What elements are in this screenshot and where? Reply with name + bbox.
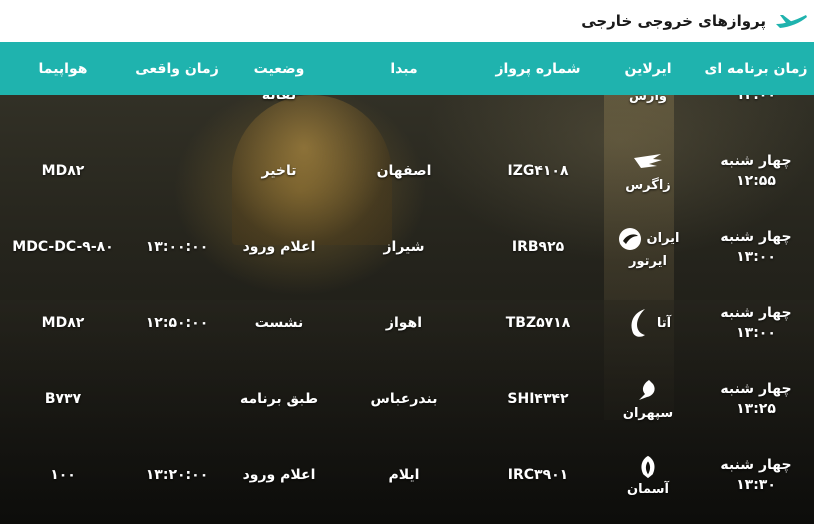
table-row-partial: ۱۲:۰۰ وارش نقاله xyxy=(0,95,814,133)
airline-name: آسمان xyxy=(627,481,669,497)
header-actual-time: زمان واقعی xyxy=(135,60,219,77)
scheduled-day: چهار شنبه xyxy=(720,229,792,245)
actual-time: ۱۳:۰۰:۰۰ xyxy=(145,239,209,255)
header-aircraft: هواپیما xyxy=(38,60,88,77)
ata-logo-icon xyxy=(631,309,645,337)
aircraft: B۷۳۷ xyxy=(44,391,82,407)
iran-airtour-logo-icon xyxy=(618,227,641,250)
origin: شیراز xyxy=(383,239,425,255)
scheduled-time: ۱۲:۰۰ xyxy=(736,95,776,103)
airline-prefix: ایران xyxy=(646,231,680,246)
flight-status: نقاله xyxy=(261,95,297,103)
zagros-logo-icon xyxy=(634,153,662,168)
scheduled-time: ۱۳:۰۰ xyxy=(736,325,776,341)
actual-time xyxy=(126,361,228,437)
airline-name: وارش xyxy=(629,95,667,104)
scheduled-day: چهار شنبه xyxy=(720,153,792,169)
origin: بندرعباس xyxy=(370,391,438,407)
flight-status: نشست xyxy=(254,315,304,331)
aircraft: MD۸۲ xyxy=(41,315,85,331)
scheduled-day: چهار شنبه xyxy=(720,381,792,397)
header-origin: مبدا xyxy=(390,60,418,77)
flight-status: اعلام ورود xyxy=(242,467,316,483)
aseman-logo-icon xyxy=(641,455,655,478)
table-row: چهار شنبه ۱۳:۳۰ آسمان IRC۳۹۰۱ ایلام اعلا… xyxy=(0,437,814,513)
title-bar: پروازهای خروجی خارجی xyxy=(0,0,814,42)
actual-time xyxy=(126,133,228,209)
header-scheduled-time: زمان برنامه ای xyxy=(704,60,808,77)
origin: اهواز xyxy=(385,315,423,331)
scheduled-time: ۱۳:۳۰ xyxy=(736,477,776,493)
flight-status: تاخیر xyxy=(261,163,297,179)
header-airline: ایرلاین xyxy=(624,60,672,77)
flight-number: IRB۹۲۵ xyxy=(511,239,565,255)
table-row: چهار شنبه ۱۲:۵۵ زاگرس IZG۴۱۰۸ اصفهان تاخ… xyxy=(0,133,814,209)
airline-name: ایرتور xyxy=(629,253,667,269)
flight-number: IRC۳۹۰۱ xyxy=(507,467,569,483)
header-status: وضعیت xyxy=(253,60,305,77)
flight-number: SHI۴۳۴۲ xyxy=(507,391,569,407)
origin: اصفهان xyxy=(376,163,432,179)
airline-name: سپهران xyxy=(622,405,674,421)
scheduled-day: چهار شنبه xyxy=(720,457,792,473)
airline-name: زاگرس xyxy=(625,177,671,193)
scheduled-day: چهار شنبه xyxy=(720,305,792,321)
page-title: پروازهای خروجی خارجی xyxy=(581,12,766,30)
header-flight-number: شماره پرواز xyxy=(495,60,581,77)
actual-time: ۱۳:۲۰:۰۰ xyxy=(145,467,209,483)
actual-time: ۱۲:۵۰:۰۰ xyxy=(145,315,209,331)
flights-table-body: ۱۲:۰۰ وارش نقاله چهار شنبه ۱۲:۵۵ زاگرس I… xyxy=(0,95,814,524)
airplane-icon xyxy=(776,15,807,28)
table-row: چهار شنبه ۱۳:۰۰ ایران ایرتور IRB۹۲۵ شیرا… xyxy=(0,209,814,285)
table-header: زمان برنامه ای ایرلاین شماره پرواز مبدا … xyxy=(0,42,814,95)
table-row: چهار شنبه ۱۳:۰۰ آتا TBZ۵۷۱۸ اهواز نشست ۱… xyxy=(0,285,814,361)
origin: ایلام xyxy=(388,467,420,483)
flight-status: اعلام ورود xyxy=(242,239,316,255)
flight-number: TBZ۵۷۱۸ xyxy=(505,315,571,331)
airline-name: آتا xyxy=(656,315,672,331)
aircraft: MDC-DC-۹-۸۰ xyxy=(12,239,114,255)
table-row: چهار شنبه ۱۳:۲۵ سپهران SHI۴۳۴۲ بندرعباس … xyxy=(0,361,814,437)
flight-number: IZG۴۱۰۸ xyxy=(507,163,569,179)
aircraft: ۱۰۰ xyxy=(50,467,76,483)
sepehran-logo-icon xyxy=(639,379,655,400)
scheduled-time: ۱۳:۰۰ xyxy=(736,249,776,265)
flight-status: طبق برنامه xyxy=(239,391,319,407)
scheduled-time: ۱۳:۲۵ xyxy=(736,401,776,417)
scheduled-time: ۱۲:۵۵ xyxy=(736,173,776,189)
aircraft: MD۸۲ xyxy=(41,163,85,179)
